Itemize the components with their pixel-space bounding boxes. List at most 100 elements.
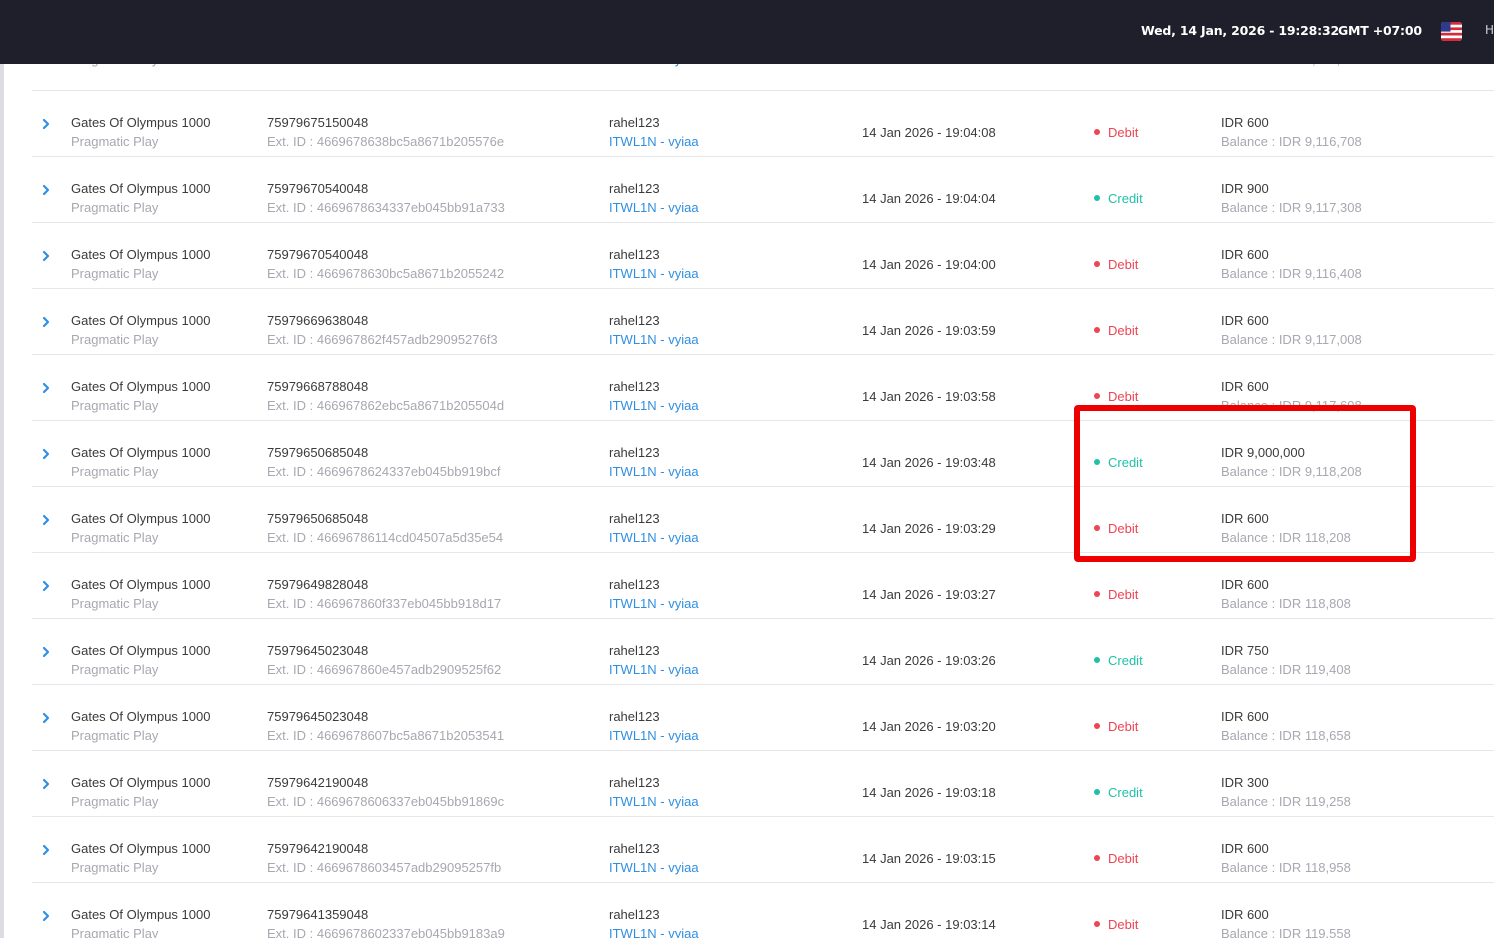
amount-cell: IDR 600 Balance : IDR 118,958	[1221, 841, 1351, 876]
chevron-right-icon[interactable]	[40, 382, 52, 394]
agent-link[interactable]: ITWL1N - vyiaa	[609, 530, 699, 546]
agent-link[interactable]: ITWL1N - vyiaa	[609, 596, 699, 612]
agent-link[interactable]: ITWL1N - vyiaa	[609, 728, 699, 744]
game-name: Gates Of Olympus 1000	[71, 907, 211, 922]
game-name: Gates Of Olympus 1000	[71, 511, 211, 526]
amount-cell: IDR 600 Balance : IDR 9,116,408	[1221, 247, 1362, 282]
agent-link[interactable]: ITWL1N - vyiaa	[609, 200, 699, 216]
game-cell: Gates Of Olympus 1000 Pragmatic Play	[71, 907, 210, 938]
transaction-type-label: Debit	[1108, 587, 1139, 602]
transaction-type-label: Debit	[1108, 521, 1139, 536]
agent-link[interactable]: ITWL1N - vyiaa	[609, 860, 699, 876]
user-cell: rahel123 ITWL1N - vyiaa	[609, 445, 699, 480]
user-cell: rahel123 ITWL1N - vyiaa	[609, 115, 699, 150]
external-id: Ext. ID : 4669678624337eb045bb919bcf	[267, 464, 501, 479]
transaction-date: 14 Jan 2026 - 19:03:15	[862, 851, 996, 866]
table-row[interactable]: Gates Of Olympus 1000 Pragmatic Play 75979…	[32, 421, 1494, 487]
agent-link[interactable]: ITWL1N - vyiaa	[609, 398, 699, 414]
user-cell: rahel123 ITWL1N - vyiaa	[609, 379, 699, 414]
chevron-right-icon[interactable]	[40, 580, 52, 592]
status-dot-icon	[1094, 789, 1100, 795]
table-row[interactable]: Gates Of Olympus 1000 Pragmatic Play 75979…	[32, 91, 1494, 157]
username: rahel123	[609, 313, 660, 328]
amount-cell: IDR 300 Balance : IDR 119,258	[1221, 775, 1351, 810]
top-bar: Wed, 14 Jan, 2026 - 19:28:32 GMT +07:00 …	[0, 0, 1494, 64]
transaction-type-label: Debit	[1108, 257, 1139, 272]
user-cell: rahel123 ITWL1N - vyiaa	[609, 577, 699, 612]
transaction-cell: 75979670540048 Ext. ID : 4669678630bc5a86…	[267, 247, 504, 282]
transaction-cell: 75979650685048 Ext. ID : 46696786114cd045…	[267, 511, 503, 546]
balance: Balance : IDR 9,116,408	[1221, 266, 1362, 281]
agent-link[interactable]: ITWL1N - vyiaa	[609, 926, 699, 938]
chevron-right-icon[interactable]	[40, 514, 52, 526]
external-id: Ext. ID : 466967862f457adb29095276f3	[267, 332, 498, 347]
amount-cell: IDR 600 Balance : IDR 9,116,708	[1221, 115, 1362, 150]
transaction-cell: 75979649828048 Ext. ID : 466967860f337eb0…	[267, 577, 501, 612]
chevron-right-icon[interactable]	[40, 316, 52, 328]
amount: IDR 600	[1221, 313, 1269, 328]
game-name: Gates Of Olympus 1000	[71, 181, 211, 196]
transaction-type: Credit	[1094, 191, 1143, 206]
external-id: Ext. ID : 4669678630bc5a8671b2055242	[267, 266, 505, 281]
game-name: Gates Of Olympus 1000	[71, 445, 211, 460]
balance: Balance : IDR 9,117,608	[1221, 398, 1362, 413]
chevron-right-icon[interactable]	[40, 712, 52, 724]
table-row[interactable]: Gates Of Olympus 1000 Pragmatic Play 75979…	[32, 619, 1494, 685]
header-truncated-text: H	[1485, 23, 1494, 37]
transaction-type: Debit	[1094, 257, 1138, 272]
table-row[interactable]: Gates Of Olympus 1000 Pragmatic Play 75979…	[32, 487, 1494, 553]
agent-link[interactable]: ITWL1N - vyiaa	[609, 464, 699, 480]
transaction-date: 14 Jan 2026 - 19:03:27	[862, 587, 996, 602]
chevron-right-icon[interactable]	[40, 184, 52, 196]
table-row[interactable]: Gates Of Olympus 1000 Pragmatic Play 75979…	[32, 553, 1494, 619]
table-row[interactable]: Gates Of Olympus 1000 Pragmatic Play 75979…	[32, 817, 1494, 883]
table-row[interactable]: Gates Of Olympus 1000 Pragmatic Play 75979…	[32, 223, 1494, 289]
transaction-type-label: Credit	[1108, 653, 1143, 668]
agent-link[interactable]: ITWL1N - vyiaa	[609, 332, 699, 348]
balance: Balance : IDR 118,808	[1221, 596, 1351, 611]
external-id: Ext. ID : 4669678602337eb045bb9183a9	[267, 926, 505, 938]
transaction-type-label: Debit	[1108, 125, 1139, 140]
chevron-right-icon[interactable]	[40, 844, 52, 856]
amount-cell: IDR 600 Balance : IDR 118,208	[1221, 511, 1351, 546]
chevron-right-icon[interactable]	[40, 118, 52, 130]
us-flag-icon[interactable]	[1441, 22, 1462, 41]
table-row[interactable]: Gates Of Olympus 1000 Pragmatic Play 75979…	[32, 157, 1494, 223]
balance: Balance : IDR 118,958	[1221, 860, 1351, 875]
username: rahel123	[609, 775, 660, 790]
transaction-cell: 75979668788048 Ext. ID : 466967862ebc5a86…	[267, 379, 504, 414]
username: rahel123	[609, 841, 660, 856]
status-dot-icon	[1094, 195, 1100, 201]
username: rahel123	[609, 379, 660, 394]
transaction-type: Debit	[1094, 323, 1138, 338]
chevron-right-icon[interactable]	[40, 448, 52, 460]
agent-link[interactable]: ITWL1N - vyiaa	[609, 662, 699, 678]
status-dot-icon	[1094, 723, 1100, 729]
balance: Balance : IDR 119,558	[1221, 926, 1351, 938]
transaction-cell: 75979670540048 Ext. ID : 4669678634337eb0…	[267, 181, 505, 216]
transaction-id: 75979670540048	[267, 181, 369, 196]
provider-name: Pragmatic Play	[71, 728, 159, 743]
transaction-id: 75979642190048	[267, 775, 369, 790]
game-cell: Gates Of Olympus 1000 Pragmatic Play	[71, 181, 210, 216]
external-id: Ext. ID : 4669678638bc5a8671b205576e	[267, 134, 505, 149]
game-cell: Gates Of Olympus 1000 Pragmatic Play	[71, 511, 210, 546]
game-cell: Gates Of Olympus 1000 Pragmatic Play	[71, 841, 210, 876]
chevron-right-icon[interactable]	[40, 910, 52, 922]
user-cell: rahel123 ITWL1N - vyiaa	[609, 709, 699, 744]
agent-link[interactable]: ITWL1N - vyiaa	[609, 794, 699, 810]
agent-link[interactable]: ITWL1N - vyiaa	[609, 266, 699, 282]
chevron-right-icon[interactable]	[40, 778, 52, 790]
table-row[interactable]: Gates Of Olympus 1000 Pragmatic Play 75979…	[32, 355, 1494, 421]
chevron-right-icon[interactable]	[40, 646, 52, 658]
user-cell: rahel123 ITWL1N - vyiaa	[609, 775, 699, 810]
status-dot-icon	[1094, 393, 1100, 399]
external-id: Ext. ID : 4669678603457adb29095257fb	[267, 860, 502, 875]
balance: Balance : IDR 119,408	[1221, 662, 1351, 677]
agent-link[interactable]: ITWL1N - vyiaa	[609, 134, 699, 150]
table-row[interactable]: Gates Of Olympus 1000 Pragmatic Play 75979…	[32, 289, 1494, 355]
table-row[interactable]: Gates Of Olympus 1000 Pragmatic Play 75979…	[32, 685, 1494, 751]
chevron-right-icon[interactable]	[40, 250, 52, 262]
table-row[interactable]: Gates Of Olympus 1000 Pragmatic Play 75979…	[32, 883, 1494, 938]
table-row[interactable]: Gates Of Olympus 1000 Pragmatic Play 75979…	[32, 751, 1494, 817]
